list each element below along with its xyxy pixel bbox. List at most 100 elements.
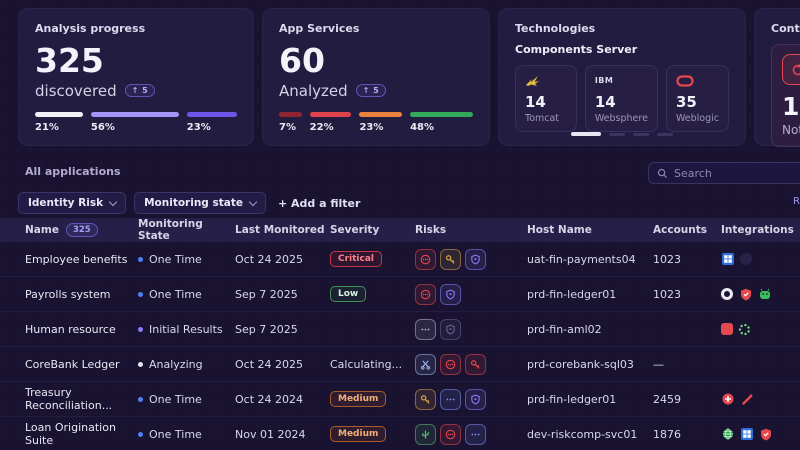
app-name: CoreBank Ledger bbox=[25, 358, 138, 371]
pagination-dot[interactable] bbox=[609, 133, 625, 136]
column-header-accounts[interactable]: Accounts bbox=[653, 224, 721, 236]
filter-bar: Identity Risk Monitoring state + Add a f… bbox=[18, 192, 360, 214]
severity-badge: Medium bbox=[330, 391, 386, 407]
state-label: One Time bbox=[149, 288, 202, 301]
credentials-icon[interactable] bbox=[440, 424, 461, 445]
column-header-monitoring-state[interactable]: Monitoring State bbox=[138, 218, 235, 242]
filter-label: Monitoring state bbox=[144, 197, 243, 209]
progress-percent-label: 7% bbox=[279, 122, 302, 133]
credentials-icon[interactable] bbox=[415, 249, 436, 270]
tech-tile-weblogic[interactable]: 35 Weblogic bbox=[666, 65, 729, 132]
app-name: Human resource bbox=[25, 323, 138, 336]
progress-percent-label: 23% bbox=[359, 122, 402, 133]
filter-label: Identity Risk bbox=[28, 197, 103, 209]
app-name: Treasury Reconciliation... bbox=[25, 386, 138, 412]
host-name: prd-corebank-sql03 bbox=[527, 358, 653, 371]
integration-icons bbox=[721, 393, 800, 406]
state-label: One Time bbox=[149, 393, 202, 406]
table-header: Name 325 Monitoring State Last Monitored… bbox=[0, 218, 800, 242]
trend-badge: ↑ 5 bbox=[125, 84, 156, 97]
reset-link[interactable]: R bbox=[793, 196, 800, 207]
dashboard-screen: Analysis progress 325 discovered ↑ 5 21%… bbox=[0, 0, 800, 450]
add-filter-button[interactable]: + Add a filter bbox=[278, 197, 360, 210]
key-icon[interactable] bbox=[415, 389, 436, 410]
cactus-icon[interactable] bbox=[415, 424, 436, 445]
state-label: One Time bbox=[149, 428, 202, 441]
last-monitored: Sep 7 2025 bbox=[235, 323, 330, 336]
integration-icons bbox=[721, 323, 800, 335]
monitoring-state: One Time bbox=[138, 288, 235, 301]
column-header-severity[interactable]: Severity bbox=[330, 224, 415, 236]
column-header-risks[interactable]: Risks bbox=[415, 224, 527, 236]
table-row[interactable]: Loan Origination Suite One Time Nov 01 2… bbox=[0, 417, 800, 450]
progress-bar bbox=[359, 112, 402, 117]
trend-badge: ↑ 5 bbox=[356, 84, 387, 97]
progress-percent-label: 48% bbox=[410, 122, 473, 133]
controls-tile[interactable]: 15 Not e bbox=[771, 44, 800, 147]
shield-icon[interactable] bbox=[440, 319, 461, 340]
key-icon[interactable] bbox=[465, 354, 486, 375]
table-row[interactable]: Employee benefits One Time Oct 24 2025 C… bbox=[0, 242, 800, 277]
key-icon[interactable] bbox=[440, 249, 461, 270]
shield-red-icon bbox=[759, 428, 772, 441]
weblogic-label: Weblogic bbox=[676, 113, 719, 124]
credentials-icon[interactable] bbox=[415, 284, 436, 305]
analyzed-count: 60 bbox=[279, 43, 473, 80]
progress-percent-label: 21% bbox=[35, 122, 83, 133]
host-name: prd-fin-ledger01 bbox=[527, 393, 653, 406]
column-header-host-name[interactable]: Host Name bbox=[527, 224, 653, 236]
technologies-card: Technologies Components Server 14 Tomcat… bbox=[498, 8, 746, 146]
state-dot-icon bbox=[138, 397, 143, 402]
table-row[interactable]: Payrolls system One Time Sep 7 2025 Low … bbox=[0, 277, 800, 312]
pagination-active-dot[interactable] bbox=[571, 132, 601, 136]
header-label: Name bbox=[25, 224, 59, 236]
state-label: Initial Results bbox=[149, 323, 223, 336]
column-header-integrations[interactable]: Integrations bbox=[721, 224, 800, 236]
severity-badge: Calculating... bbox=[330, 358, 402, 371]
severity-badge: Critical bbox=[330, 251, 382, 267]
tech-tile-websphere[interactable]: IBM 14 Websphere bbox=[585, 65, 658, 132]
state-dot-icon bbox=[138, 432, 143, 437]
accounts-count: 2459 bbox=[653, 393, 721, 406]
pagination-dot[interactable] bbox=[633, 133, 649, 136]
tech-tile-tomcat[interactable]: 14 Tomcat bbox=[515, 65, 577, 132]
progress-segment: 21% bbox=[35, 112, 83, 133]
discovered-count: 325 bbox=[35, 43, 237, 80]
accounts-count: 1023 bbox=[653, 288, 721, 301]
filter-chip-monitoring-state[interactable]: Monitoring state bbox=[134, 192, 266, 214]
progress-bar bbox=[310, 112, 352, 117]
more-risks-icon[interactable] bbox=[415, 319, 436, 340]
column-header-name[interactable]: Name 325 bbox=[25, 223, 138, 237]
monitoring-state: One Time bbox=[138, 393, 235, 406]
shield-icon[interactable] bbox=[465, 389, 486, 410]
state-dot-icon bbox=[138, 362, 143, 367]
risk-icons bbox=[415, 354, 527, 375]
shield-icon[interactable] bbox=[465, 249, 486, 270]
controls-count: 15 bbox=[782, 92, 800, 121]
column-header-last-monitored[interactable]: Last Monitored bbox=[235, 224, 330, 236]
progress-bar bbox=[279, 112, 302, 117]
credentials-icon[interactable] bbox=[440, 354, 461, 375]
microsoft-icon bbox=[721, 253, 734, 266]
filter-chip-identity-risk[interactable]: Identity Risk bbox=[18, 192, 126, 214]
gear-green-icon bbox=[739, 324, 750, 335]
websphere-count: 14 bbox=[595, 93, 648, 111]
monitoring-state: One Time bbox=[138, 253, 235, 266]
tomcat-count: 14 bbox=[525, 93, 567, 111]
table-row[interactable]: CoreBank Ledger Analyzing Oct 24 2025 Ca… bbox=[0, 347, 800, 382]
monitoring-state: Analyzing bbox=[138, 358, 235, 371]
all-applications-title: All applications bbox=[25, 165, 121, 178]
integration-icons bbox=[721, 288, 800, 301]
host-name: prd-fin-ledger01 bbox=[527, 288, 653, 301]
table-row[interactable]: Treasury Reconciliation... One Time Oct … bbox=[0, 382, 800, 417]
app-name: Employee benefits bbox=[25, 253, 138, 266]
more-risks-icon[interactable] bbox=[440, 389, 461, 410]
risk-icons bbox=[415, 319, 527, 340]
more-risks-icon[interactable] bbox=[465, 424, 486, 445]
shield-icon[interactable] bbox=[440, 284, 461, 305]
search-input[interactable]: Search bbox=[648, 162, 800, 184]
scissors-icon[interactable] bbox=[415, 354, 436, 375]
progress-bar bbox=[410, 112, 473, 117]
pagination-dot[interactable] bbox=[657, 133, 673, 136]
table-row[interactable]: Human resource Initial Results Sep 7 202… bbox=[0, 312, 800, 347]
